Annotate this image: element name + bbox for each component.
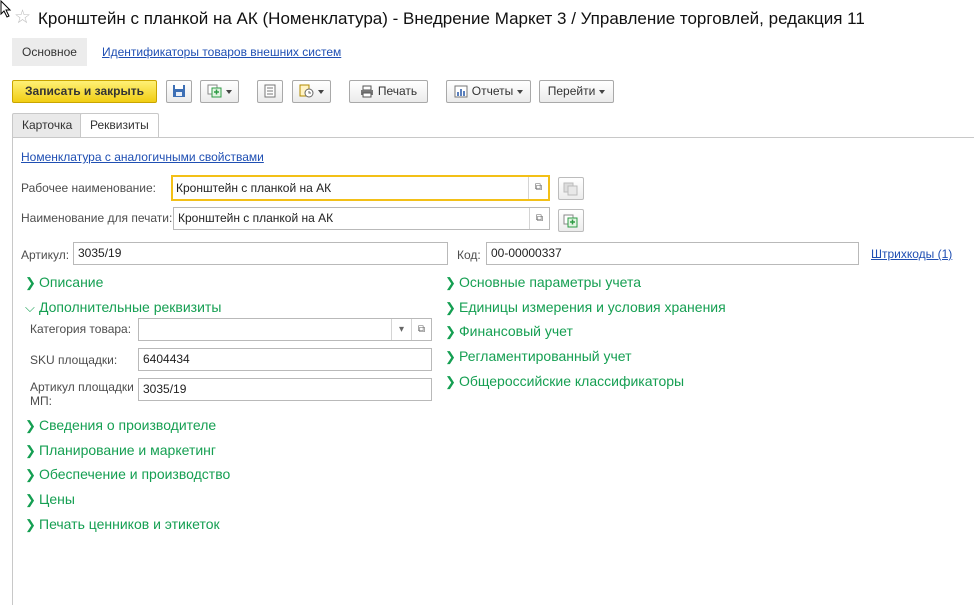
- group-planning-label: Планирование и маркетинг: [39, 442, 217, 458]
- group-additional[interactable]: ⌵ Дополнительные реквизиты: [25, 299, 221, 316]
- group-classifiers[interactable]: ❯ Общероссийские классификаторы: [445, 373, 684, 390]
- tab-card[interactable]: Карточка: [12, 113, 83, 137]
- group-regulated-label: Регламентированный учет: [459, 348, 632, 364]
- chevron-right-icon: ❯: [25, 517, 36, 532]
- chevron-right-icon: ❯: [25, 418, 36, 433]
- reports-button-label: Отчеты: [471, 84, 514, 98]
- group-additional-label: Дополнительные реквизиты: [39, 299, 222, 315]
- related-documents-button[interactable]: [292, 80, 331, 103]
- code-input[interactable]: 00-00000337: [486, 242, 859, 265]
- chevron-right-icon: ❯: [445, 275, 456, 290]
- chevron-down-icon: ⌵: [25, 300, 35, 315]
- barcodes-link[interactable]: Штрихкоды (1): [871, 247, 952, 261]
- mp-article-label: Артикул площадки МП:: [30, 380, 134, 408]
- related-documents-icon: [299, 84, 314, 98]
- group-basic-params-label: Основные параметры учета: [459, 274, 642, 290]
- group-supply-label: Обеспечение и производство: [39, 466, 231, 482]
- group-classifiers-label: Общероссийские классификаторы: [459, 373, 685, 389]
- mouse-cursor-icon: [0, 0, 12, 18]
- create-based-on-button[interactable]: [200, 80, 239, 103]
- print-name-input[interactable]: Кронштейн с планкой на АК ⧉: [173, 207, 550, 230]
- favorite-star-icon[interactable]: ☆: [14, 7, 31, 29]
- group-units-label: Единицы измерения и условия хранения: [459, 299, 726, 315]
- create-based-icon: [207, 84, 222, 98]
- group-units[interactable]: ❯ Единицы измерения и условия хранения: [445, 299, 726, 316]
- nav-main[interactable]: Основное: [12, 38, 87, 66]
- mp-article-input[interactable]: 3035/19: [138, 378, 432, 401]
- document-list-button[interactable]: [257, 80, 283, 103]
- goto-button[interactable]: Перейти: [539, 80, 614, 103]
- document-list-icon: [264, 84, 276, 98]
- group-description-label: Описание: [39, 274, 104, 290]
- category-select[interactable]: ▾ ⧉: [138, 318, 432, 341]
- copy-green-icon: [563, 214, 578, 228]
- tab-props[interactable]: Реквизиты: [80, 113, 159, 138]
- goto-button-label: Перейти: [547, 84, 596, 98]
- group-finance-label: Финансовый учет: [459, 323, 573, 339]
- tab-divider: [12, 137, 974, 138]
- chevron-right-icon: ❯: [445, 300, 456, 315]
- group-description[interactable]: ❯ Описание: [25, 274, 103, 291]
- reports-icon: [454, 85, 468, 98]
- group-prices[interactable]: ❯ Цены: [25, 491, 75, 508]
- chevron-right-icon: ❯: [25, 443, 36, 458]
- save-button[interactable]: [166, 80, 192, 103]
- save-and-close-button[interactable]: Записать и закрыть: [12, 80, 157, 103]
- chevron-right-icon: ❯: [25, 467, 36, 482]
- nav-external-ids-link[interactable]: Идентификаторы товаров внешних систем: [92, 38, 351, 66]
- print-button[interactable]: Печать: [349, 80, 428, 103]
- article-input[interactable]: 3035/19: [73, 242, 448, 265]
- group-finance[interactable]: ❯ Финансовый учет: [445, 323, 573, 340]
- reports-button[interactable]: Отчеты: [446, 80, 531, 103]
- chevron-right-icon: ❯: [445, 374, 456, 389]
- group-labels-label: Печать ценников и этикеток: [39, 516, 220, 532]
- work-name-input[interactable]: Кронштейн с планкой на АК ⧉: [171, 175, 550, 201]
- code-label: Код:: [457, 248, 481, 262]
- sku-input[interactable]: 6404434: [138, 348, 432, 371]
- printer-icon: [360, 85, 373, 98]
- similar-nomenclature-link[interactable]: Номенклатура с аналогичными свойствами: [21, 150, 264, 164]
- category-label: Категория товара:: [30, 322, 132, 336]
- group-manufacturer-label: Сведения о производителе: [39, 417, 217, 433]
- category-open-button[interactable]: ⧉: [411, 319, 431, 340]
- print-name-value: Кронштейн с планкой на АК: [178, 211, 334, 225]
- group-planning[interactable]: ❯ Планирование и маркетинг: [25, 442, 216, 459]
- chevron-right-icon: ❯: [25, 492, 36, 507]
- floppy-disk-icon: [173, 85, 185, 97]
- copy-name-button[interactable]: [558, 177, 584, 200]
- category-dropdown-button[interactable]: ▾: [391, 319, 411, 340]
- article-label: Артикул:: [21, 248, 70, 262]
- sku-label: SKU площадки:: [30, 353, 118, 367]
- group-supply[interactable]: ❯ Обеспечение и производство: [25, 466, 230, 483]
- chevron-right-icon: ❯: [445, 349, 456, 364]
- chevron-right-icon: ❯: [25, 275, 36, 290]
- print-button-label: Печать: [377, 84, 418, 98]
- group-basic-params[interactable]: ❯ Основные параметры учета: [445, 274, 641, 291]
- group-regulated[interactable]: ❯ Регламентированный учет: [445, 348, 632, 365]
- work-name-label: Рабочее наименование:: [21, 181, 156, 195]
- fill-print-name-button[interactable]: [558, 209, 584, 232]
- window-title: Кронштейн с планкой на АК (Номенклатура)…: [38, 9, 865, 28]
- open-work-name-button[interactable]: ⧉: [528, 177, 548, 199]
- group-labels[interactable]: ❯ Печать ценников и этикеток: [25, 516, 220, 533]
- open-print-name-button[interactable]: ⧉: [529, 208, 549, 229]
- group-manufacturer[interactable]: ❯ Сведения о производителе: [25, 417, 216, 434]
- chevron-right-icon: ❯: [445, 324, 456, 339]
- form-left-border: [12, 137, 13, 605]
- group-prices-label: Цены: [39, 491, 75, 507]
- work-name-value: Кронштейн с планкой на АК: [176, 181, 332, 195]
- copy-disabled-icon: [563, 182, 578, 196]
- print-name-label: Наименование для печати:: [21, 211, 173, 225]
